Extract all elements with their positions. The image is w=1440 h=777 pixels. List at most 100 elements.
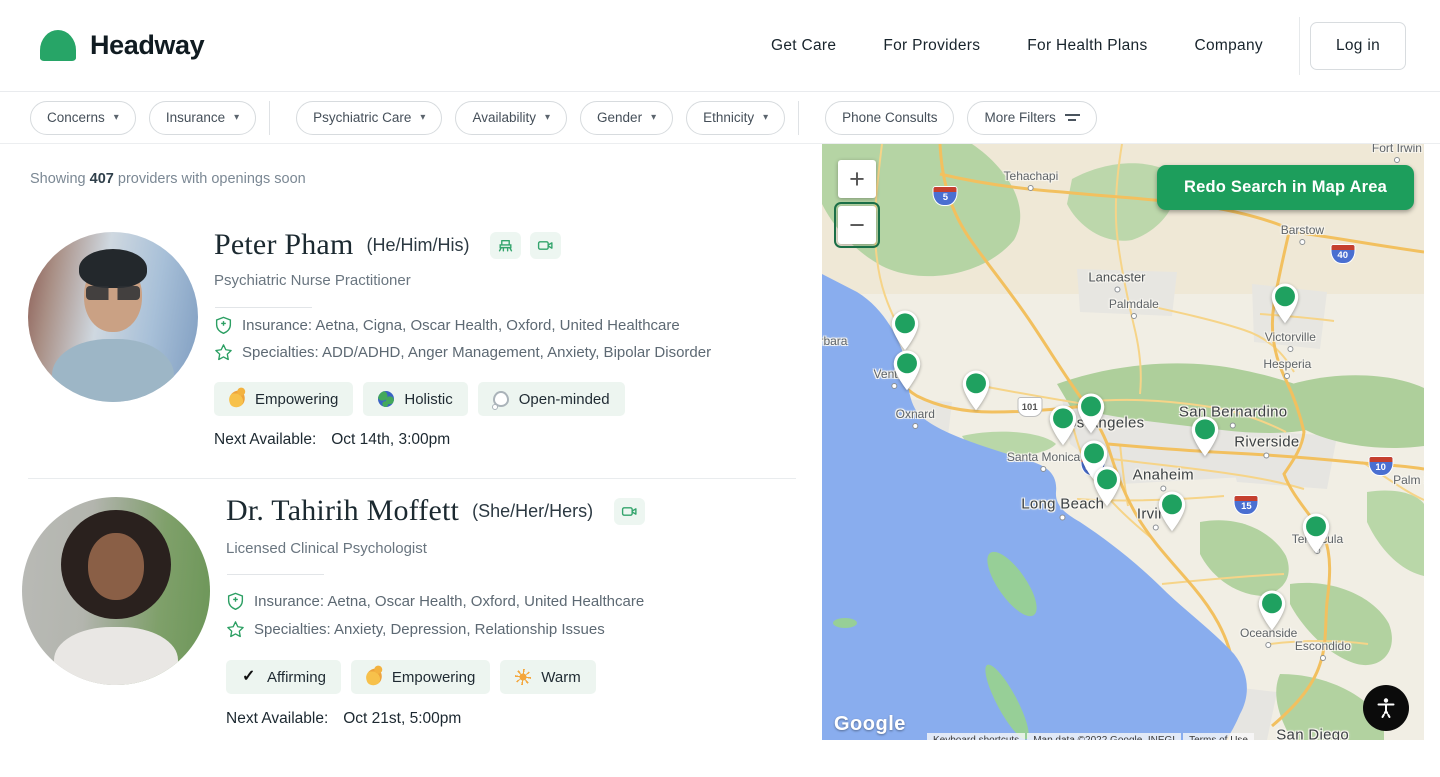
trait-badge-label: Warm	[541, 669, 580, 686]
headway-logo-text: Headway	[90, 30, 204, 61]
provider-map-pin[interactable]	[1188, 416, 1222, 458]
insurance-text: Insurance: Aetna, Oscar Health, Oxford, …	[254, 593, 644, 610]
map-panel[interactable]: Fort IrwinTehachapiBarstowLancasterPalmd…	[822, 144, 1424, 740]
provider-map-pin[interactable]	[890, 350, 924, 392]
map-city-label: Escondido	[1295, 639, 1351, 653]
next-available-label: Next Available:	[214, 431, 316, 449]
map-city-label: Anaheim	[1133, 467, 1194, 484]
provider-avatar[interactable]	[22, 497, 210, 685]
redo-search-button[interactable]: Redo Search in Map Area	[1157, 165, 1414, 210]
provider-name-row: Dr. Tahirih Moffett (She/Her/Hers)	[226, 494, 645, 528]
map-city-label: Lancaster	[1088, 269, 1145, 284]
trait-badge: Empowering	[351, 660, 490, 694]
provider-name-row: Peter Pham (He/Him/His)	[214, 228, 561, 262]
filter-pill[interactable]: Insurance ▾	[149, 101, 256, 135]
video-camera-icon	[530, 232, 561, 259]
next-available-value: Oct 21st, 5:00pm	[343, 710, 461, 728]
specialties-row: Specialties: ADD/ADHD, Anger Management,…	[214, 343, 711, 362]
provider-map-pin[interactable]	[1074, 392, 1108, 434]
map-city-label: Riverside	[1234, 434, 1299, 451]
provider-name[interactable]: Dr. Tahirih Moffett	[226, 494, 459, 528]
trait-badge: Empowering	[214, 382, 353, 416]
trait-badge-icon	[378, 391, 394, 407]
map-city-label: Hesperia	[1263, 357, 1311, 371]
chevron-down-icon: ▾	[420, 113, 425, 123]
trait-badge-label: Empowering	[255, 391, 338, 408]
nav-link[interactable]: For Providers	[883, 37, 980, 55]
map-attribution-item[interactable]: Map data ©2022 Google, INEGI	[1027, 733, 1181, 740]
nav-link[interactable]: Get Care	[771, 37, 836, 55]
insurance-row: Insurance: Aetna, Cigna, Oscar Health, O…	[214, 316, 680, 335]
provider-title: Psychiatric Nurse Practitioner	[214, 272, 411, 289]
filter-lines-icon	[1065, 113, 1080, 123]
provider-map-pin[interactable]	[959, 369, 993, 411]
filter-pill-label: Phone Consults	[842, 110, 937, 125]
filter-pill-label: Availability	[472, 110, 536, 125]
filter-pill[interactable]: More Filters	[967, 101, 1096, 135]
insurance-row: Insurance: Aetna, Oscar Health, Oxford, …	[226, 592, 644, 611]
trait-badge: Warm	[500, 660, 595, 694]
next-available-row: Next Available: Oct 14th, 3:00pm	[214, 431, 450, 449]
zoom-in-button[interactable]: +	[838, 160, 876, 198]
provider-map-pin[interactable]	[1090, 465, 1124, 507]
filter-pill[interactable]: Phone Consults	[825, 101, 954, 135]
map-attribution-item[interactable]: Terms of Use	[1183, 733, 1254, 740]
map-city-label: Barstow	[1281, 223, 1324, 237]
main-nav: Get Care For Providers For Health Plans Com…	[771, 37, 1263, 55]
chevron-down-icon: ▾	[763, 113, 768, 123]
trait-badge-icon	[241, 669, 257, 685]
provider-pronouns: (He/Him/His)	[366, 235, 469, 256]
headway-logo[interactable]: Headway	[40, 30, 204, 61]
video-camera-icon	[614, 498, 645, 525]
provider-avatar[interactable]	[28, 232, 198, 402]
filter-pill[interactable]: Concerns ▾	[30, 101, 136, 135]
login-button[interactable]: Log in	[1310, 22, 1406, 70]
filter-pill[interactable]: Availability ▾	[455, 101, 567, 135]
trait-badge-label: Affirming	[267, 669, 326, 686]
accessibility-icon	[1374, 696, 1398, 720]
map-city-label: Santa Monica	[1007, 450, 1080, 464]
zoom-out-button[interactable]: −	[838, 206, 876, 244]
highway-shield: 101	[1017, 397, 1042, 417]
provider-map-pin[interactable]	[1155, 490, 1189, 532]
chevron-down-icon: ▾	[651, 113, 656, 123]
map-zoom-controls: + −	[838, 160, 876, 244]
headway-logo-icon	[40, 30, 76, 61]
map-city-label: Palmdale	[1109, 297, 1159, 311]
trait-badge-label: Holistic	[404, 391, 452, 408]
trait-badge: Affirming	[226, 660, 341, 694]
filter-pill-label: Psychiatric Care	[313, 110, 411, 125]
session-type-chips	[614, 498, 645, 525]
map-attribution: Keyboard shortcutsMap data ©2022 Google,…	[927, 733, 1254, 740]
map-city-label: Santa Barbara	[822, 334, 847, 348]
trait-badge-icon	[364, 667, 384, 687]
filter-pill[interactable]: Gender ▾	[580, 101, 673, 135]
provider-map-pin[interactable]	[1268, 282, 1302, 324]
chevron-down-icon: ▾	[114, 113, 119, 123]
accessibility-button[interactable]	[1363, 685, 1409, 731]
specialties-text: Specialties: ADD/ADHD, Anger Management,…	[242, 344, 711, 361]
provider-map-pin[interactable]	[888, 310, 922, 352]
provider-pronouns: (She/Her/Hers)	[472, 501, 593, 522]
star-icon	[226, 620, 245, 639]
map-city-label: Victorville	[1265, 330, 1316, 344]
filter-pill[interactable]: Ethnicity ▾	[686, 101, 785, 135]
in-person-chair-icon	[490, 232, 521, 259]
shield-plus-icon	[226, 592, 245, 611]
provider-map-pin[interactable]	[1299, 512, 1333, 554]
nav-link[interactable]: Company	[1195, 37, 1263, 55]
filter-bar: Concerns ▾ Insurance ▾ Psychiatric Care …	[0, 92, 1440, 144]
filter-pill[interactable]: Psychiatric Care ▾	[296, 101, 442, 135]
results-count: 407	[90, 171, 114, 187]
provider-map-pin[interactable]	[1255, 589, 1289, 631]
shield-plus-icon	[214, 316, 233, 335]
specialties-row: Specialties: Anxiety, Depression, Relati…	[226, 620, 605, 639]
provider-name[interactable]: Peter Pham	[214, 228, 353, 262]
map-city-label: Oxnard	[896, 407, 935, 421]
next-available-label: Next Available:	[226, 710, 328, 728]
filter-pill-label: Gender	[597, 110, 642, 125]
card-divider	[28, 478, 796, 479]
filter-pill-label: Concerns	[47, 110, 105, 125]
map-attribution-item[interactable]: Keyboard shortcuts	[927, 733, 1025, 740]
nav-link[interactable]: For Health Plans	[1027, 37, 1147, 55]
